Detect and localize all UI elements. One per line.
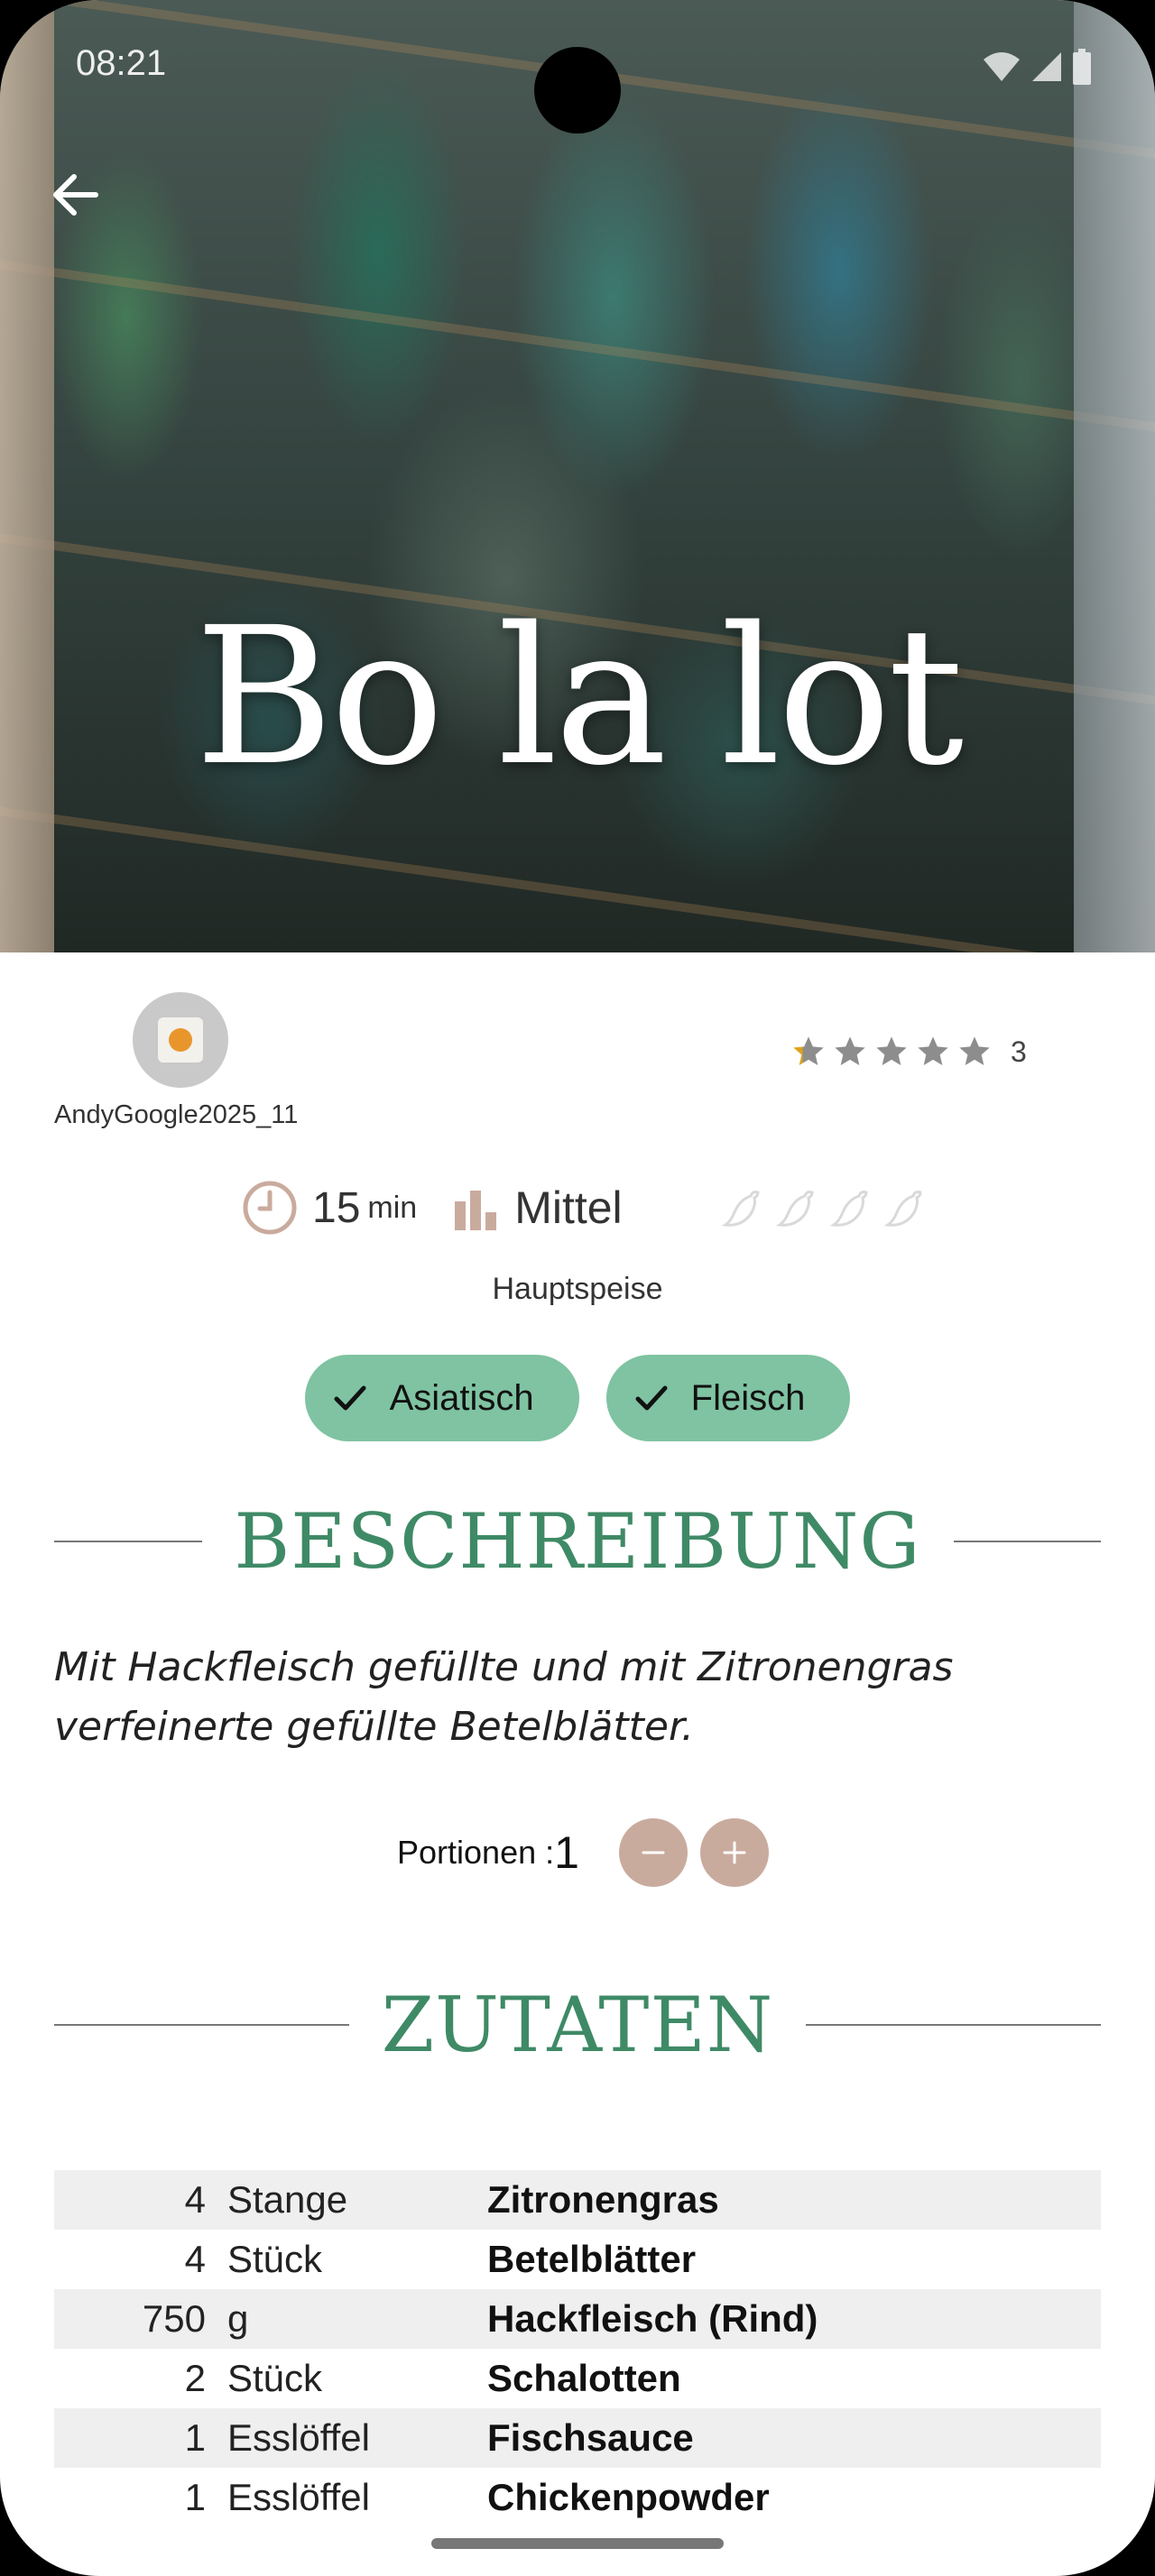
portions-value: 1: [554, 1827, 579, 1878]
ingredient-row: 2 Stück Schalotten: [54, 2349, 1101, 2408]
divider: [953, 1541, 1101, 1542]
section-title: BESCHREIBUNG: [234, 1497, 921, 1586]
clock-icon: [243, 1181, 297, 1235]
ingredient-name: Schalotten: [487, 2357, 681, 2399]
ingredient-unit: g: [227, 2297, 249, 2340]
tag-label: Fleisch: [690, 1377, 806, 1418]
ingredient-unit: Stück: [227, 2357, 323, 2399]
difficulty-bars-icon: [455, 1191, 497, 1230]
difficulty-label: Mittel: [514, 1182, 623, 1233]
star-icon: [793, 1036, 824, 1065]
recipe-meta: 15 min Mittel: [242, 1180, 926, 1236]
portions-label: Portionen :: [397, 1834, 555, 1871]
chili-icon: [883, 1191, 922, 1227]
chili-icon: [829, 1191, 868, 1227]
tag-label: Asiatisch: [389, 1377, 534, 1418]
arrow-left-icon: [53, 174, 98, 216]
chili-icon: [775, 1191, 814, 1227]
ingredient-name: Betelblätter: [487, 2238, 697, 2280]
ingredient-unit: Esslöffel: [227, 2416, 370, 2459]
ingredient-qty: 4: [184, 2178, 206, 2221]
star-icon: [959, 1036, 990, 1065]
star-icon: [918, 1036, 948, 1065]
wifi-icon: [984, 52, 1020, 81]
tag-chip-fleisch[interactable]: Fleisch: [605, 1355, 851, 1441]
ingredient-unit: Stange: [227, 2178, 348, 2221]
prep-time-unit: min: [367, 1190, 418, 1225]
back-button[interactable]: [47, 166, 105, 224]
ingredient-name: Hackfleisch (Rind): [487, 2297, 818, 2340]
ingredient-row: 1 Esslöffel Fischsauce: [54, 2408, 1101, 2468]
increase-portions-button[interactable]: [699, 1818, 769, 1887]
ingredient-row: 1 Esslöffel Chickenpowder: [54, 2468, 1101, 2527]
ingredient-name: Zitronengras: [487, 2178, 719, 2221]
author-block[interactable]: AndyGoogle2025_11: [54, 992, 307, 1130]
home-indicator[interactable]: [431, 2538, 724, 2549]
category-label: Hauptspeise: [492, 1272, 663, 1306]
spice-level: [721, 1187, 926, 1228]
battery-icon: [1073, 49, 1091, 85]
ingredient-row: 750 g Hackfleisch (Rind): [54, 2289, 1101, 2349]
ingredient-row: 4 Stange Zitronengras: [54, 2170, 1101, 2230]
rating-count: 3: [1011, 1035, 1027, 1068]
ingredient-qty: 2: [184, 2357, 206, 2399]
description-text: Mit Hackfleisch gefüllte und mit Zitrone…: [54, 1644, 954, 1750]
ingredient-name: Chickenpowder: [487, 2476, 770, 2518]
minus-icon: [642, 1851, 665, 1854]
ingredients-heading: ZUTATEN: [54, 1981, 1102, 2069]
ingredient-row: 4 Stück Betelblätter: [54, 2230, 1101, 2289]
recipe-title: Bo la lot: [194, 586, 965, 807]
description-heading: BESCHREIBUNG: [54, 1497, 1101, 1586]
ingredients-list: 4 Stange Zitronengras 4 Stück Betelblätt…: [54, 2170, 1101, 2527]
star-icon: [876, 1036, 907, 1065]
divider: [54, 2024, 349, 2026]
ingredient-qty: 1: [184, 2476, 206, 2518]
portions-stepper: Portionen : 1: [397, 1818, 769, 1887]
divider: [54, 1541, 202, 1542]
rating[interactable]: 3: [790, 1034, 1027, 1070]
ingredient-qty: 1: [184, 2416, 206, 2459]
camera-cutout: [534, 47, 621, 133]
ingredient-qty: 4: [184, 2238, 206, 2280]
plus-icon: [723, 1841, 746, 1864]
ingredient-unit: Stück: [227, 2238, 323, 2280]
star-icon: [835, 1036, 865, 1065]
check-icon: [334, 1385, 366, 1411]
ingredient-qty: 750: [142, 2297, 206, 2340]
chili-icon: [721, 1191, 760, 1227]
signal-icon: [1032, 52, 1061, 81]
author-name: AndyGoogle2025_11: [54, 1100, 299, 1129]
section-title: ZUTATEN: [381, 1981, 774, 2069]
ingredient-name: Fischsauce: [487, 2416, 694, 2459]
divider: [806, 2024, 1102, 2026]
recipe-screen: Bo la lot 08:21 AndyGoogle2025_11 3 15 m…: [0, 0, 1155, 2576]
decrease-portions-button[interactable]: [618, 1818, 688, 1887]
check-icon: [635, 1385, 668, 1411]
ingredient-unit: Esslöffel: [227, 2476, 370, 2518]
tag-chip-asiatisch[interactable]: Asiatisch: [304, 1355, 579, 1441]
tag-chips: Asiatisch Fleisch: [0, 1355, 1155, 1441]
avatar[interactable]: [133, 992, 228, 1088]
hero-image: Bo la lot: [0, 0, 1155, 952]
prep-time-value: 15: [312, 1183, 361, 1232]
status-time: 08:21: [76, 43, 167, 83]
